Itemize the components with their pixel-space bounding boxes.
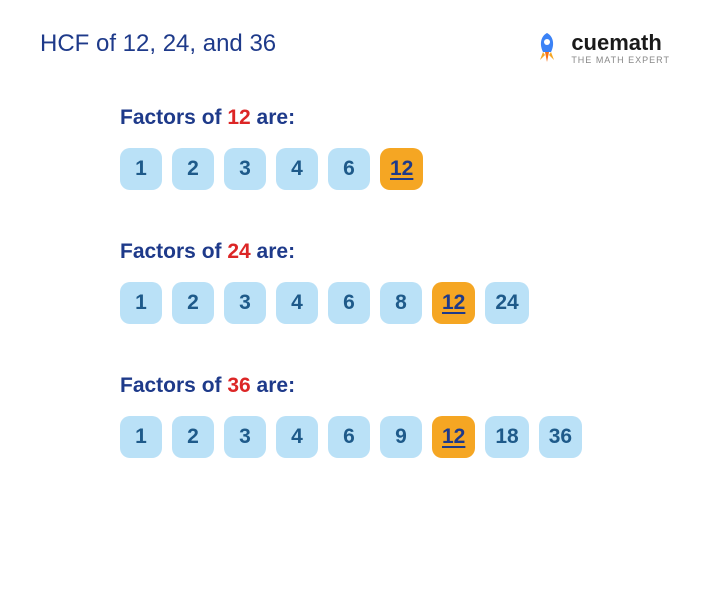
factor-label: Factors of 36 are: <box>120 374 670 398</box>
factor-chip: 4 <box>276 148 318 190</box>
factor-chip: 4 <box>276 416 318 458</box>
factor-chip: 36 <box>539 416 582 458</box>
factor-chip: 3 <box>224 148 266 190</box>
header: HCF of 12, 24, and 36 cuemath THE MATH E… <box>40 30 670 66</box>
factor-chips: 1 2 3 4 6 9 12 18 36 <box>120 416 670 458</box>
page-title: HCF of 12, 24, and 36 <box>40 30 276 58</box>
rocket-icon <box>529 30 565 66</box>
factor-chip: 3 <box>224 282 266 324</box>
factor-section-12: Factors of 12 are: 1 2 3 4 6 12 <box>120 106 670 190</box>
factor-chip: 4 <box>276 282 318 324</box>
label-prefix: Factors of <box>120 240 227 263</box>
factor-chip: 2 <box>172 148 214 190</box>
factor-label: Factors of 24 are: <box>120 240 670 264</box>
factor-chip: 2 <box>172 282 214 324</box>
factor-chip: 6 <box>328 148 370 190</box>
factor-chip: 1 <box>120 148 162 190</box>
factor-chip: 9 <box>380 416 422 458</box>
factor-chip: 24 <box>485 282 528 324</box>
factor-chip-hcf: 12 <box>432 282 475 324</box>
content: Factors of 12 are: 1 2 3 4 6 12 Factors … <box>40 106 670 458</box>
logo-text-group: cuemath THE MATH EXPERT <box>571 32 670 65</box>
factor-chip: 8 <box>380 282 422 324</box>
factor-section-24: Factors of 24 are: 1 2 3 4 6 8 12 24 <box>120 240 670 324</box>
factor-chip: 1 <box>120 416 162 458</box>
logo: cuemath THE MATH EXPERT <box>529 30 670 66</box>
logo-tagline: THE MATH EXPERT <box>571 56 670 65</box>
factor-chip: 1 <box>120 282 162 324</box>
factor-chip-hcf: 12 <box>432 416 475 458</box>
factor-chips: 1 2 3 4 6 12 <box>120 148 670 190</box>
label-suffix: are: <box>251 106 295 129</box>
label-suffix: are: <box>251 240 295 263</box>
factor-chip: 6 <box>328 282 370 324</box>
label-number: 24 <box>227 240 250 263</box>
factor-label: Factors of 12 are: <box>120 106 670 130</box>
label-number: 12 <box>227 106 250 129</box>
factor-chip: 3 <box>224 416 266 458</box>
factor-chip-hcf: 12 <box>380 148 423 190</box>
factor-chip: 6 <box>328 416 370 458</box>
label-number: 36 <box>227 374 250 397</box>
factor-chips: 1 2 3 4 6 8 12 24 <box>120 282 670 324</box>
factor-chip: 2 <box>172 416 214 458</box>
label-prefix: Factors of <box>120 106 227 129</box>
logo-text: cuemath <box>571 32 670 54</box>
factor-chip: 18 <box>485 416 528 458</box>
label-suffix: are: <box>251 374 295 397</box>
label-prefix: Factors of <box>120 374 227 397</box>
factor-section-36: Factors of 36 are: 1 2 3 4 6 9 12 18 36 <box>120 374 670 458</box>
